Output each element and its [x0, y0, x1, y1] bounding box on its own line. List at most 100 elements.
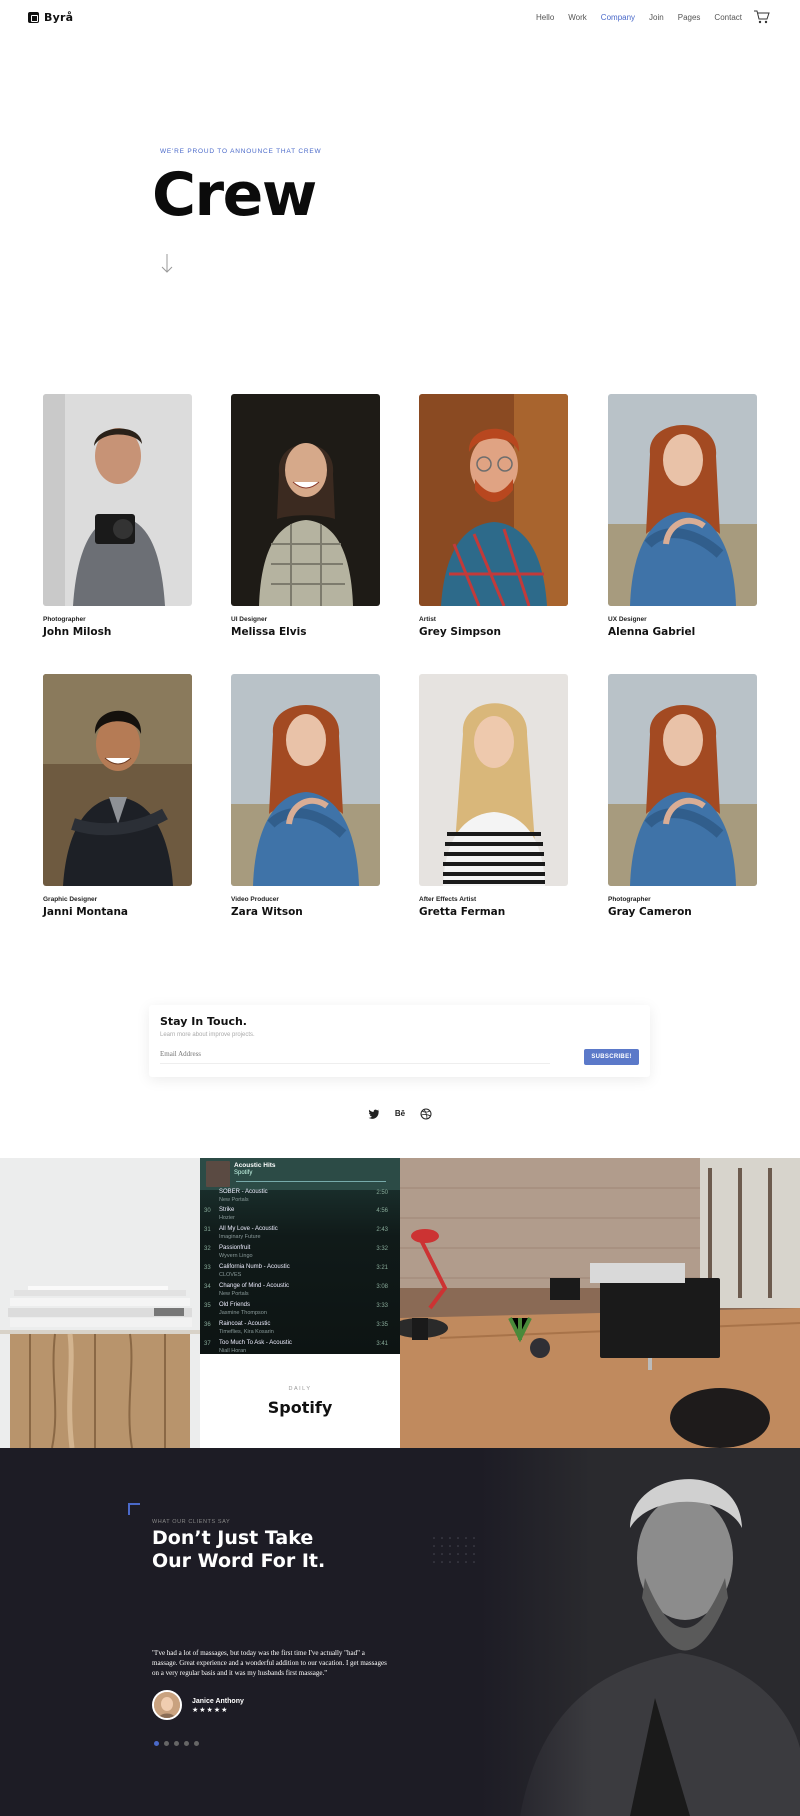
track-artist: Wyvern Lingo — [219, 1253, 253, 1259]
track-name: SOBER - Acoustic — [219, 1189, 268, 1195]
crew-role: UX Designer — [608, 616, 647, 623]
track-name: All My Love - Acoustic — [219, 1226, 278, 1232]
track-number: 32 — [204, 1246, 211, 1252]
slider-dot[interactable] — [154, 1741, 159, 1746]
input-underline — [160, 1063, 550, 1064]
crew-role: Photographer — [43, 616, 86, 623]
testimonials-section: WHAT OUR CLIENTS SAY Don’t Just Take Our… — [0, 1448, 800, 1816]
card-category: DAILY — [288, 1386, 312, 1392]
gallery-image-books[interactable] — [0, 1158, 200, 1448]
crew-card[interactable]: UX Designer Alenna Gabriel — [608, 394, 757, 638]
crew-name[interactable]: Alenna Gabriel — [608, 626, 757, 638]
track-row[interactable]: 34 Change of Mind - Acoustic New Portals… — [200, 1282, 400, 1301]
crew-role: After Effects Artist — [419, 896, 477, 903]
behance-icon[interactable]: Bē — [394, 1108, 406, 1120]
crew-role: Photographer — [608, 896, 651, 903]
crew-role: Graphic Designer — [43, 896, 98, 903]
crew-card[interactable]: Artist Grey Simpson — [419, 394, 568, 638]
track-row[interactable]: 30 Strike Hozier 4:56 — [200, 1206, 400, 1225]
page-title: Crew — [152, 160, 317, 230]
track-artist: Timeflies, Kira Kosarin — [219, 1329, 274, 1335]
track-number: 35 — [204, 1303, 211, 1309]
testimonial-eyebrow: WHAT OUR CLIENTS SAY — [152, 1519, 231, 1525]
crew-card[interactable]: Photographer John Milosh — [43, 394, 192, 638]
crew-photo — [43, 394, 192, 606]
crew-card[interactable]: Photographer Gray Cameron — [608, 674, 757, 918]
crew-name[interactable]: Gretta Ferman — [419, 906, 568, 918]
track-duration: 3:08 — [376, 1284, 388, 1290]
progress-bar[interactable] — [236, 1181, 386, 1182]
track-duration: 4:56 — [376, 1208, 388, 1214]
slider-dots — [154, 1741, 199, 1746]
track-row[interactable]: 36 Raincoat - Acoustic Timeflies, Kira K… — [200, 1320, 400, 1339]
crew-card[interactable]: Video Producer Zara Witson — [231, 674, 380, 918]
dribbble-icon[interactable] — [420, 1108, 432, 1120]
crew-name[interactable]: Janni Montana — [43, 906, 192, 918]
crew-photo — [419, 394, 568, 606]
track-name: California Numb - Acoustic — [219, 1264, 290, 1270]
email-field[interactable] — [160, 1050, 560, 1058]
main-nav: Hello Work Company Join Pages Contact — [536, 13, 742, 22]
nav-join[interactable]: Join — [649, 13, 664, 22]
slider-dot[interactable] — [194, 1741, 199, 1746]
slider-dot[interactable] — [164, 1741, 169, 1746]
slider-dot[interactable] — [174, 1741, 179, 1746]
track-name: Raincoat - Acoustic — [219, 1321, 271, 1327]
track-name: Too Much To Ask - Acoustic — [219, 1340, 292, 1346]
crew-photo — [231, 394, 380, 606]
arrow-down-icon[interactable] — [160, 254, 174, 274]
brand-name: Byrå — [44, 11, 74, 24]
avatar — [152, 1690, 182, 1720]
crew-card[interactable]: Graphic Designer Janni Montana — [43, 674, 192, 918]
newsletter-box: Stay In Touch. Learn more about improve … — [149, 1005, 650, 1077]
spotify-player: Acoustic Hits Spotify SOBER - Acoustic N… — [200, 1158, 400, 1354]
nav-contact[interactable]: Contact — [714, 13, 742, 22]
nav-hello[interactable]: Hello — [536, 13, 554, 22]
spotify-card[interactable]: Acoustic Hits Spotify SOBER - Acoustic N… — [200, 1158, 400, 1448]
crew-name[interactable]: Gray Cameron — [608, 906, 757, 918]
crew-card[interactable]: After Effects Artist Gretta Ferman — [419, 674, 568, 918]
nav-pages[interactable]: Pages — [678, 13, 701, 22]
brand-logo[interactable]: Byrå — [28, 11, 73, 24]
player-header: Acoustic Hits Spotify — [200, 1158, 400, 1190]
track-artist: New Portals — [219, 1291, 249, 1297]
track-duration: 3:41 — [376, 1341, 388, 1347]
track-duration: 3:32 — [376, 1246, 388, 1252]
crew-name[interactable]: John Milosh — [43, 626, 192, 638]
rating-stars: ★★★★★ — [192, 1707, 229, 1714]
crew-name[interactable]: Grey Simpson — [419, 626, 568, 638]
track-row[interactable]: 32 Passionfruit Wyvern Lingo 3:32 — [200, 1244, 400, 1263]
gallery-image-office[interactable] — [400, 1158, 800, 1448]
testimonial-title: Don’t Just Take Our Word For It. — [152, 1527, 326, 1572]
track-row[interactable]: 33 California Numb - Acoustic CLOVES 3:2… — [200, 1263, 400, 1282]
track-artist: Niall Horan — [219, 1348, 247, 1354]
track-name: Strike — [219, 1207, 235, 1213]
corner-accent — [128, 1503, 140, 1515]
testimonial-portrait — [480, 1448, 800, 1816]
track-row[interactable]: 35 Old Friends Jasmine Thompson 3:33 — [200, 1301, 400, 1320]
cart-icon[interactable] — [754, 10, 770, 24]
crew-card[interactable]: UI Designer Melissa Elvis — [231, 394, 380, 638]
track-duration: 2:50 — [376, 1190, 388, 1196]
crew-name[interactable]: Melissa Elvis — [231, 626, 380, 638]
track-duration: 3:33 — [376, 1303, 388, 1309]
crew-name[interactable]: Zara Witson — [231, 906, 380, 918]
testimonial-author: Janice Anthony — [192, 1698, 244, 1705]
card-title[interactable]: Spotify — [200, 1398, 400, 1417]
track-artist: Imaginary Future — [219, 1234, 261, 1240]
track-row[interactable]: 31 All My Love - Acoustic Imaginary Futu… — [200, 1225, 400, 1244]
logo-icon — [28, 12, 39, 23]
slider-dot[interactable] — [184, 1741, 189, 1746]
crew-role: Video Producer — [231, 896, 279, 903]
crew-photo — [419, 674, 568, 886]
crew-photo — [231, 674, 380, 886]
track-row[interactable]: SOBER - Acoustic New Portals 2:50 — [200, 1188, 400, 1207]
track-row[interactable]: 37 Too Much To Ask - Acoustic Niall Hora… — [200, 1339, 400, 1354]
track-number: 36 — [204, 1322, 211, 1328]
twitter-icon[interactable] — [368, 1108, 380, 1120]
nav-company[interactable]: Company — [601, 13, 635, 22]
track-duration: 3:35 — [376, 1322, 388, 1328]
track-name: Change of Mind - Acoustic — [219, 1283, 290, 1289]
subscribe-button[interactable]: SUBSCRIBE! — [584, 1049, 639, 1065]
nav-work[interactable]: Work — [568, 13, 587, 22]
